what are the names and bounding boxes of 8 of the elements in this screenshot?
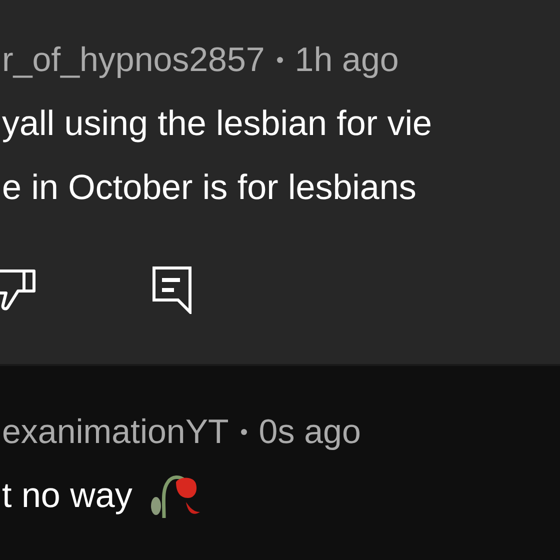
- comment-text: t no way: [2, 474, 132, 517]
- comment-text: yall using the lesbian for vie: [2, 102, 432, 145]
- comment-text: e in October is for lesbians: [2, 166, 416, 209]
- comment-time: 0s ago: [258, 412, 361, 452]
- reply-icon[interactable]: [152, 266, 192, 314]
- comment-time: 1h ago: [294, 40, 399, 80]
- comment-author[interactable]: exanimationYT: [2, 406, 229, 458]
- comment-author[interactable]: r_of_hypnos2857: [2, 34, 265, 86]
